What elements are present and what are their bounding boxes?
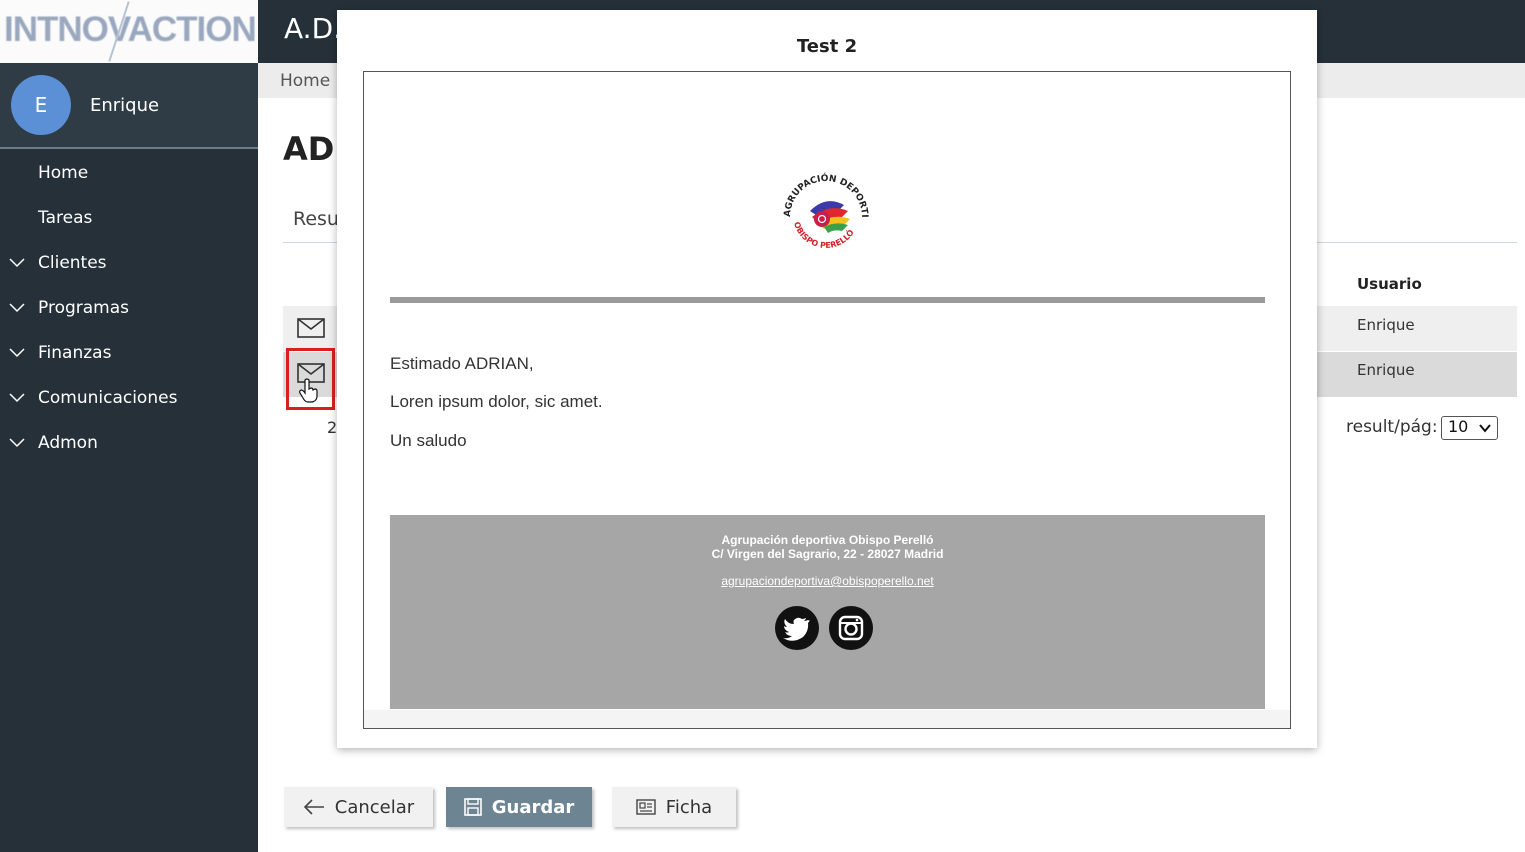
email-body-text: Loren ipsum dolor, sic amet.: [390, 392, 603, 411]
pagination-page[interactable]: 2: [327, 418, 337, 437]
cell-usuario: Enrique: [1357, 361, 1415, 379]
footer-organization: Agrupación deportiva Obispo Perelló: [390, 533, 1265, 547]
sidebar-item-label: Clientes: [38, 252, 107, 273]
email-preview-modal: Test 2 AGRUPACIÓN DEPORTIVA OBISPO PEREL…: [337, 10, 1317, 748]
cancel-button[interactable]: Cancelar: [284, 787, 433, 827]
header-title: A.D.: [284, 12, 343, 45]
modal-title: Test 2: [796, 36, 858, 57]
email-footer: Agrupación deportiva Obispo Perelló C/ V…: [390, 515, 1265, 709]
sidebar-item-clientes[interactable]: Clientes: [0, 240, 258, 285]
sidebar-item-label: Tareas: [38, 207, 93, 228]
mail-icon[interactable]: [297, 318, 325, 338]
hand-cursor-icon: [299, 378, 318, 403]
column-header-usuario[interactable]: Usuario: [1357, 275, 1422, 293]
sidebar-nav: Home Tareas Clientes Programas Finanzas …: [0, 150, 258, 465]
avatar[interactable]: E: [11, 75, 71, 135]
sidebar-item-label: Comunicaciones: [38, 387, 178, 408]
sidebar-item-finanzas[interactable]: Finanzas: [0, 330, 258, 375]
twitter-icon[interactable]: [774, 605, 820, 651]
sidebar-item-programas[interactable]: Programas: [0, 285, 258, 330]
ficha-label: Ficha: [665, 796, 713, 818]
footer-org-name: Obispo Perelló: [848, 533, 934, 547]
chevron-down-icon: [9, 258, 25, 268]
cell-usuario: Enrique: [1357, 316, 1415, 334]
sidebar-item-comunicaciones[interactable]: Comunicaciones: [0, 375, 258, 420]
sidebar: INTNOVACTION E Enrique Home Tareas Clien…: [0, 0, 258, 852]
user-name[interactable]: Enrique: [90, 95, 159, 116]
email-closing: Un saludo: [390, 431, 467, 450]
id-card-icon: [636, 799, 656, 815]
sidebar-item-label: Home: [38, 162, 89, 183]
chevron-down-icon: [9, 303, 25, 313]
chevron-down-icon: [9, 393, 25, 403]
tab-resumen[interactable]: Resu: [293, 208, 339, 230]
floppy-disk-icon: [463, 798, 482, 816]
instagram-icon[interactable]: [828, 605, 874, 651]
sidebar-item-tareas[interactable]: Tareas: [0, 195, 258, 240]
app-logo[interactable]: INTNOVACTION: [0, 0, 258, 63]
chevron-down-icon: [9, 438, 25, 448]
club-logo: AGRUPACIÓN DEPORTIVA OBISPO PERELLÓ: [776, 167, 869, 250]
chevron-down-icon: [9, 348, 25, 358]
cancel-label: Cancelar: [334, 796, 415, 818]
user-panel: E Enrique: [0, 63, 258, 149]
results-per-page-select[interactable]: 10: [1441, 416, 1498, 440]
sidebar-item-admon[interactable]: Admon: [0, 420, 258, 465]
results-per-page-value: 10: [1448, 417, 1469, 436]
email-divider: [390, 297, 1265, 303]
email-body: AGRUPACIÓN DEPORTIVA OBISPO PERELLÓ Esti…: [364, 72, 1290, 710]
footer-address: C/ Virgen del Sagrario, 22 - 28027 Madri…: [711, 547, 944, 561]
footer-email-link[interactable]: agrupaciondeportiva@obispoperello.net: [390, 574, 1265, 588]
breadcrumb-home[interactable]: Home: [280, 71, 330, 91]
chevron-down-icon: [1479, 424, 1491, 433]
sidebar-item-label: Programas: [38, 297, 130, 318]
save-button[interactable]: Guardar: [446, 787, 592, 827]
footer-org-prefix: Agrupación deportiva: [721, 533, 849, 547]
sidebar-item-home[interactable]: Home: [0, 150, 258, 195]
email-horizontal-scroll[interactable]: [364, 710, 1290, 728]
sidebar-item-label: Admon: [38, 432, 98, 453]
email-greeting: Estimado ADRIAN,: [390, 354, 534, 373]
logo-text: INTNOVACTION: [4, 10, 257, 49]
save-label: Guardar: [491, 796, 575, 818]
sidebar-item-label: Finanzas: [38, 342, 112, 363]
arrow-left-icon: [303, 799, 324, 815]
email-preview-frame[interactable]: AGRUPACIÓN DEPORTIVA OBISPO PERELLÓ Esti…: [363, 71, 1291, 729]
results-per-page-label: result/pág:: [1346, 417, 1438, 437]
ficha-button[interactable]: Ficha: [612, 787, 736, 827]
